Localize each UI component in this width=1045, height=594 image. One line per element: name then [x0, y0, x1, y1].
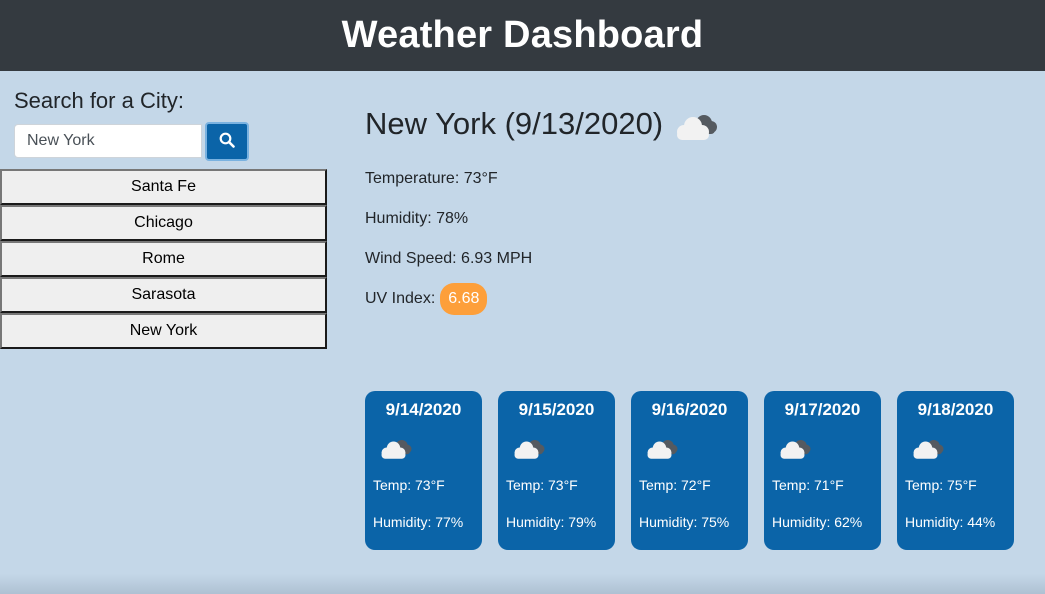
forecast-humidity: Humidity: 75% — [639, 514, 730, 530]
forecast-date: 9/18/2020 — [917, 400, 994, 419]
search-icon — [219, 132, 235, 151]
search-title: Search for a City: — [14, 88, 184, 113]
five-day-forecast: 9/14/2020 Temp: 73°F Humidity: 77% 9/15/… — [365, 391, 1014, 550]
forecast-card: 9/18/2020 Temp: 75°F Humidity: 44% — [897, 391, 1014, 550]
forecast-humidity: Humidity: 44% — [905, 514, 996, 530]
forecast-temp: Temp: 72°F — [639, 477, 711, 493]
forecast-card: 9/17/2020 Temp: 71°F Humidity: 62% — [764, 391, 881, 550]
uv-badge: 6.68 — [440, 283, 488, 315]
forecast-humidity: Humidity: 79% — [506, 514, 597, 530]
history-item-santa-fe[interactable]: Santa Fe — [0, 169, 327, 205]
forecast-date: 9/17/2020 — [784, 400, 861, 419]
current-city-date: New York (9/13/2020) — [365, 106, 664, 141]
cloudy-icon — [643, 436, 679, 467]
forecast-humidity: Humidity: 77% — [373, 514, 464, 530]
cloudy-icon — [776, 436, 812, 467]
current-city-heading: New York (9/13/2020) — [365, 100, 719, 148]
current-uv-index: UV Index: 6.68 — [365, 283, 488, 315]
forecast-date: 9/14/2020 — [385, 400, 462, 419]
history-item-rome[interactable]: Rome — [0, 241, 327, 277]
page-title: Weather Dashboard — [341, 14, 704, 56]
forecast-card: 9/15/2020 Temp: 73°F Humidity: 79% — [498, 391, 615, 550]
forecast-card: 9/14/2020 Temp: 73°F Humidity: 77% — [365, 391, 482, 550]
cloudy-icon — [510, 436, 546, 467]
current-weather: New York (9/13/2020) — [365, 100, 719, 148]
bottom-shadow — [0, 574, 1045, 594]
cloudy-icon — [377, 436, 413, 467]
app-header: Weather Dashboard — [0, 0, 1045, 71]
search-button[interactable] — [205, 122, 249, 161]
current-humidity: Humidity: 78% — [365, 210, 469, 227]
forecast-temp: Temp: 73°F — [506, 477, 578, 493]
history-item-chicago[interactable]: Chicago — [0, 205, 327, 241]
history-item-sarasota[interactable]: Sarasota — [0, 277, 327, 313]
current-temperature: Temperature: 73°F — [365, 170, 498, 187]
city-search-input[interactable] — [14, 124, 202, 158]
history-item-new-york[interactable]: New York — [0, 313, 327, 349]
uv-label: UV Index: — [365, 290, 436, 307]
forecast-date: 9/15/2020 — [518, 400, 595, 419]
forecast-date: 9/16/2020 — [651, 400, 728, 419]
forecast-temp: Temp: 71°F — [772, 477, 844, 493]
cloudy-icon — [909, 436, 945, 467]
forecast-humidity: Humidity: 62% — [772, 514, 863, 530]
forecast-card: 9/16/2020 Temp: 72°F Humidity: 75% — [631, 391, 748, 550]
cloudy-icon — [671, 110, 719, 144]
current-wind-speed: Wind Speed: 6.93 MPH — [365, 250, 533, 267]
forecast-temp: Temp: 75°F — [905, 477, 977, 493]
search-history-list: Santa Fe Chicago Rome Sarasota New York — [0, 169, 327, 349]
forecast-temp: Temp: 73°F — [373, 477, 445, 493]
